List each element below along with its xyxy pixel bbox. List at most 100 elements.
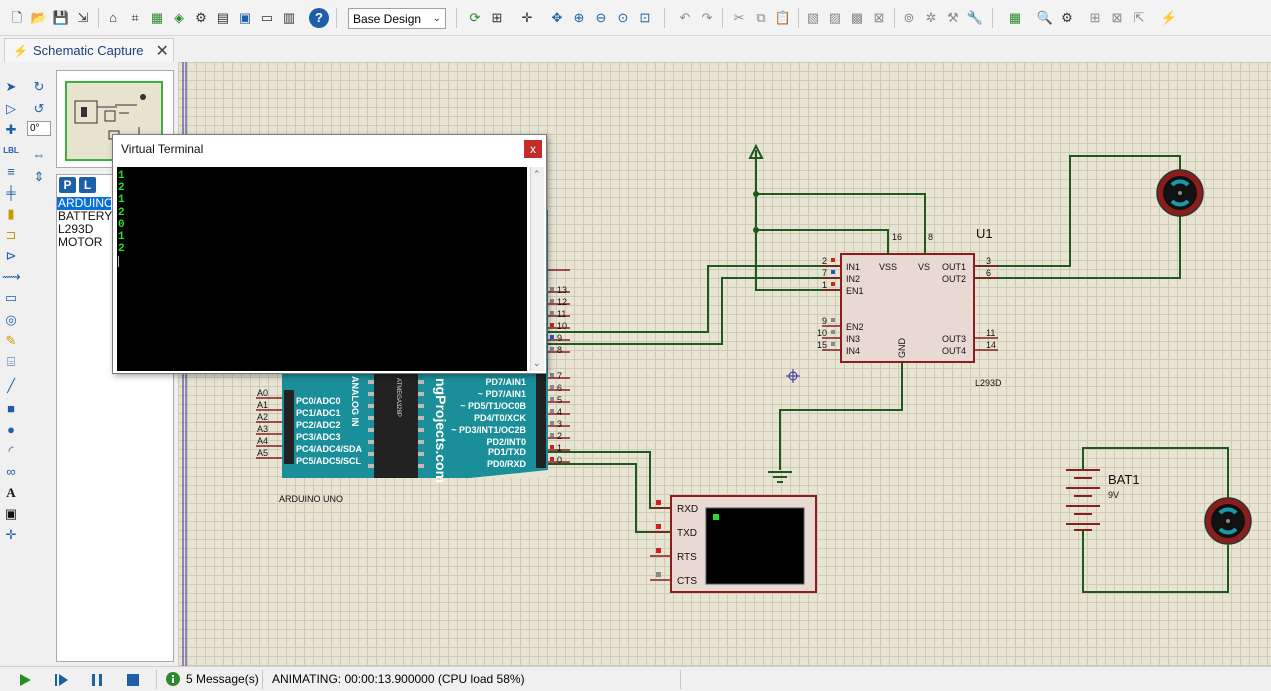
arduino-right-label: PD4/T0/XCK (474, 413, 527, 423)
library-manager-button[interactable]: L (79, 177, 96, 193)
terminal-scrollbar[interactable]: ⌃ ⌄ (530, 167, 544, 371)
text-icon[interactable]: A (2, 484, 20, 502)
close-icon[interactable]: x (524, 140, 542, 158)
schematic-icon[interactable]: ⌗ (126, 8, 144, 26)
wire-autorouter-icon[interactable]: ▦ (1006, 8, 1024, 26)
rotation-field[interactable]: 0° (27, 121, 51, 136)
motor-1[interactable] (1156, 169, 1204, 217)
step-icon[interactable] (52, 671, 70, 689)
save-icon[interactable]: 💾 (52, 8, 70, 26)
design-select[interactable]: Base Design ⌄ (348, 8, 446, 29)
instrument-icon[interactable]: ⌸ (2, 353, 20, 371)
subcircuit-icon[interactable]: ▮ (2, 205, 20, 223)
text-script-icon[interactable]: ≡ (2, 163, 20, 181)
generator-icon[interactable]: ◎ (2, 311, 20, 329)
virtual-terminal-window[interactable]: Virtual Terminal x 1 2 1 2 0 1 2 ⌃ ⌄ (112, 134, 547, 374)
u1-pin-label: IN4 (846, 346, 860, 356)
line-icon[interactable]: ╱ (2, 377, 20, 395)
package-tool-icon[interactable]: ⚒ (944, 8, 962, 26)
probe-icon[interactable]: ✎ (2, 332, 20, 350)
virtual-terminal-component[interactable] (650, 495, 817, 593)
copy-icon[interactable]: ⧉ (752, 8, 770, 26)
motor-2[interactable] (1204, 497, 1252, 545)
arduino-analog-label: ANALOG IN (350, 376, 360, 427)
terminals-icon[interactable]: ⊐ (2, 226, 20, 244)
remove-sheet-icon[interactable]: ⊠ (1108, 8, 1126, 26)
pick-device-icon[interactable]: ⊚ (900, 8, 918, 26)
dash-icon[interactable]: ▭ (258, 8, 276, 26)
circle-icon[interactable]: ● (2, 421, 20, 439)
import-icon[interactable]: ⇲ (74, 8, 92, 26)
visualdesigner-icon[interactable]: ◈ (170, 8, 188, 26)
search-tag-icon[interactable]: 🔍 (1036, 8, 1054, 26)
gerber-icon[interactable]: ⚙ (192, 8, 210, 26)
graph-icon[interactable]: ⟿ (2, 268, 21, 286)
decompose-icon[interactable]: 🔧 (966, 8, 984, 26)
grid-icon[interactable]: ⊞ (488, 8, 506, 26)
block-move-icon[interactable]: ▨ (826, 8, 844, 26)
undo-icon[interactable]: ↶ (676, 8, 694, 26)
pick-devices-button[interactable]: P (59, 177, 76, 193)
refresh-icon[interactable]: ⟳ (466, 8, 484, 26)
zoom-area-icon[interactable]: ⊡ (636, 8, 654, 26)
stop-icon[interactable] (124, 671, 142, 689)
pcb-icon[interactable]: ▦ (148, 8, 166, 26)
rotate-anticlockwise-icon[interactable]: ↺ (30, 100, 48, 118)
home-icon[interactable]: ⌂ (104, 8, 122, 26)
arduino-left-label: PC4/ADC4/SDA (296, 444, 363, 454)
block-rotate-icon[interactable]: ▩ (848, 8, 866, 26)
origin-icon[interactable]: ✛ (518, 8, 536, 26)
mirror-horizontal-icon[interactable]: ⇔ (30, 146, 48, 164)
property-assign-icon[interactable]: ⚙ (1058, 8, 1076, 26)
help-button[interactable]: ? (309, 8, 329, 28)
block-delete-icon[interactable]: ⊠ (870, 8, 888, 26)
u1-pin-label: OUT3 (942, 334, 966, 344)
tab-schematic-capture[interactable]: ⚡ Schematic Capture ✕ (4, 38, 174, 62)
arduino-left-label: PC2/ADC2 (296, 420, 341, 430)
scroll-up-icon[interactable]: ⌃ (533, 169, 541, 180)
mirror-vertical-icon[interactable]: ⇕ (30, 168, 48, 186)
zoom-all-icon[interactable]: ⊙ (614, 8, 632, 26)
u1-pin-label: OUT2 (942, 274, 966, 284)
netlist-icon[interactable]: ⚡ (1160, 8, 1178, 26)
notes-icon[interactable]: ▥ (280, 8, 298, 26)
symbol-icon[interactable]: ▣ (2, 505, 20, 523)
rotate-clockwise-icon[interactable]: ↻ (30, 78, 48, 96)
make-device-icon[interactable]: ✲ (922, 8, 940, 26)
wire-label-icon[interactable]: LBL (2, 142, 20, 160)
terminal-output[interactable]: 1 2 1 2 0 1 2 (117, 167, 527, 371)
arduino-pin-num: 1 (557, 443, 562, 453)
zoom-in-icon[interactable]: ⊕ (570, 8, 588, 26)
new-file-icon[interactable]: 🗋 (8, 8, 26, 26)
close-tab-icon[interactable]: ✕ (156, 41, 169, 61)
junction-icon[interactable]: ✚ (2, 121, 20, 139)
zoom-out-icon[interactable]: ⊖ (592, 8, 610, 26)
open-file-icon[interactable]: 📂 (30, 8, 48, 26)
paste-icon[interactable]: 📋 (774, 8, 792, 26)
redo-icon[interactable]: ↷ (698, 8, 716, 26)
selection-mode-icon[interactable]: ➤ (2, 78, 20, 96)
messages-count[interactable]: 5 Message(s) (186, 671, 259, 688)
exit-parent-icon[interactable]: ⇱ (1130, 8, 1148, 26)
ground-terminal[interactable] (768, 471, 792, 483)
block-copy-icon[interactable]: ▧ (804, 8, 822, 26)
source-code-icon[interactable]: ▣ (236, 8, 254, 26)
component-mode-icon[interactable]: ▷ (2, 100, 20, 118)
pan-icon[interactable]: ✥ (548, 8, 566, 26)
bom-icon[interactable]: ▤ (214, 8, 232, 26)
bus-icon[interactable]: ╪ (2, 184, 20, 202)
pause-icon[interactable] (88, 671, 106, 689)
arc-icon[interactable]: ◜ (2, 442, 20, 460)
cut-icon[interactable]: ✂ (730, 8, 748, 26)
scroll-down-icon[interactable]: ⌄ (533, 358, 541, 369)
arduino-right-label: ~ PD7/AIN1 (478, 389, 526, 399)
battery-bat1[interactable] (1066, 469, 1100, 531)
marker-icon[interactable]: ✛ (2, 526, 20, 544)
tape-icon[interactable]: ▭ (2, 289, 20, 307)
u1-pin-label: IN1 (846, 262, 860, 272)
play-icon[interactable] (16, 671, 34, 689)
path-icon[interactable]: ∞ (2, 463, 20, 481)
pins-icon[interactable]: ⊳ (2, 247, 20, 265)
box-icon[interactable]: ■ (2, 400, 20, 418)
new-sheet-icon[interactable]: ⊞ (1086, 8, 1104, 26)
